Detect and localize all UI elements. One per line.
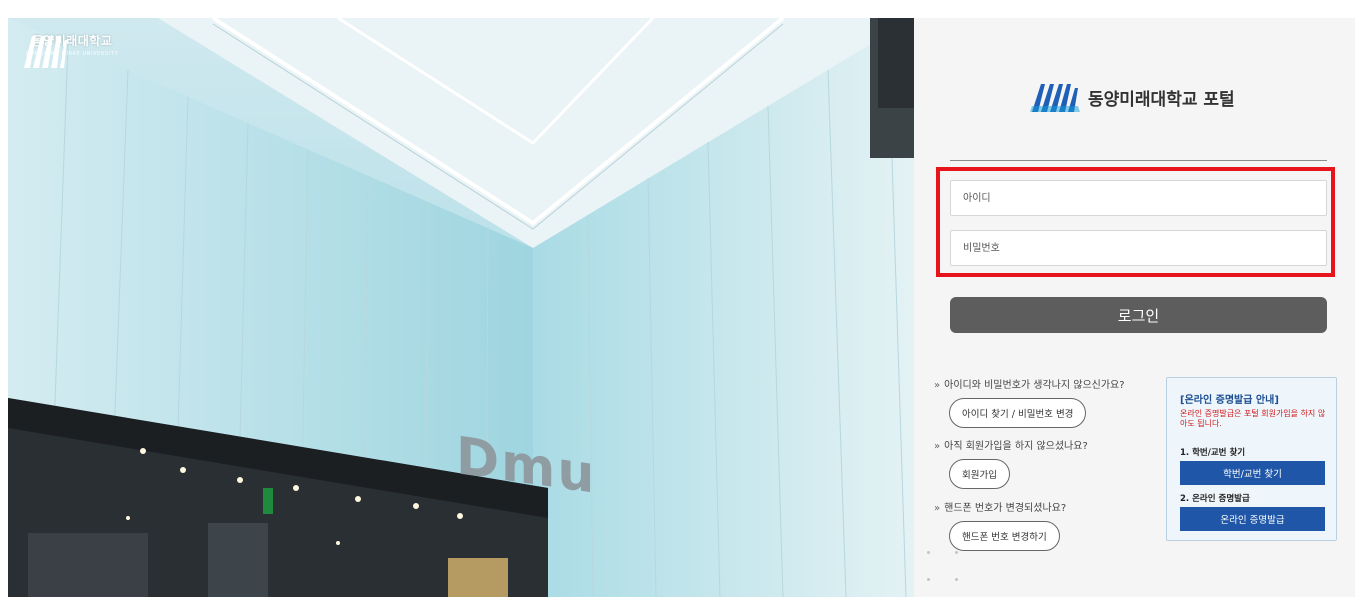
step1-label: 1. 학번/교번 찾기	[1180, 448, 1246, 458]
dmu-wave-logo-icon	[1030, 84, 1080, 112]
forgot-credentials-text: 아이디와 비밀번호가 생각나지 않으신가요?	[944, 380, 1125, 391]
signup-question-text: 아직 회원가입을 하지 않으셨나요?	[944, 441, 1088, 452]
university-brand: 동양미래대학교 DONGYANG MIRAE UNIVERSITY	[22, 32, 122, 68]
login-button[interactable]: 로그인	[950, 297, 1327, 333]
campus-photo-illustration	[8, 18, 914, 597]
pager-dot[interactable]	[955, 578, 958, 581]
change-phone-button[interactable]: 핸드폰 번호 변경하기	[949, 521, 1060, 551]
signup-question: » 아직 회원가입을 하지 않으셨나요?	[934, 437, 1088, 452]
notice-title: [온라인 증명발급 안내]	[1180, 395, 1279, 406]
find-student-number-button[interactable]: 학번/교번 찾기	[1180, 461, 1325, 485]
notice-description: 온라인 증명발급은 포털 회원가입을 하지 않아도 됩니다.	[1180, 409, 1326, 428]
online-certificate-notice: [온라인 증명발급 안내] 온라인 증명발급은 포털 회원가입을 하지 않아도 …	[1166, 377, 1337, 541]
pager-dot[interactable]	[927, 551, 930, 554]
forgot-credentials-question: » 아이디와 비밀번호가 생각나지 않으신가요?	[934, 376, 1125, 391]
double-arrow-icon: »	[934, 503, 941, 514]
find-id-change-password-button[interactable]: 아이디 찾기 / 비밀번호 변경	[949, 398, 1087, 428]
brand-name-en: DONGYANG MIRAE UNIVERSITY	[25, 51, 119, 57]
title-divider	[950, 160, 1327, 161]
password-input[interactable]	[950, 230, 1327, 266]
portal-title-text: 동양미래대학교 포털	[1088, 89, 1235, 110]
step2-label: 2. 온라인 증명발급	[1180, 494, 1250, 504]
phone-change-question: » 핸드폰 번호가 변경되셨나요?	[934, 499, 1066, 514]
campus-photo: 동양미래대학교 DONGYANG MIRAE UNIVERSITY Dmu	[8, 18, 914, 597]
pager-dot[interactable]	[955, 551, 958, 554]
signup-button[interactable]: 회원가입	[949, 459, 1010, 489]
pager-dot[interactable]	[927, 578, 930, 581]
double-arrow-icon: »	[934, 441, 941, 452]
phone-change-question-text: 핸드폰 번호가 변경되셨나요?	[944, 503, 1067, 514]
portal-title: 동양미래대학교 포털	[1030, 80, 1235, 114]
user-id-input[interactable]	[950, 180, 1327, 216]
double-arrow-icon: »	[934, 380, 941, 391]
online-certificate-button[interactable]: 온라인 증명발급	[1180, 507, 1325, 531]
